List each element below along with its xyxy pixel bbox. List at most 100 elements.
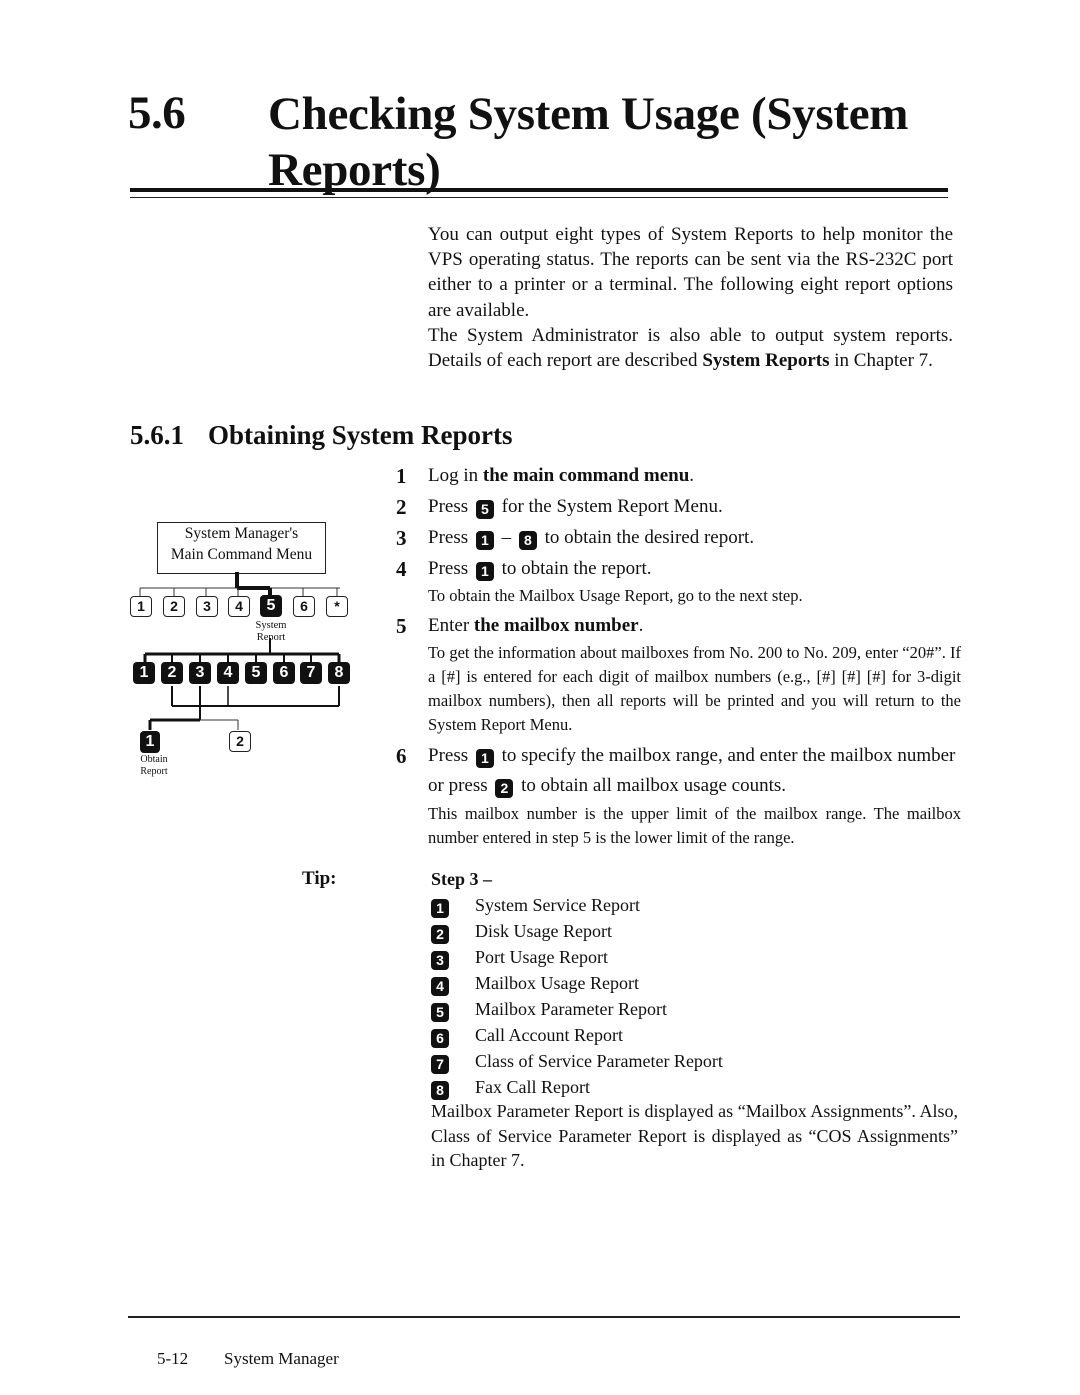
report-key-2: 2 [161, 662, 183, 684]
footer-title: System Manager [224, 1349, 339, 1368]
subsection-title: 5.6.1 Obtaining System Reports [130, 420, 513, 451]
tip-item-label: Mailbox Parameter Report [475, 999, 667, 1019]
key-2-icon: 2 [495, 779, 514, 798]
key-5-icon: 5 [475, 500, 494, 519]
obtain-report-label: Obtain Report [134, 754, 174, 778]
intro-paragraph-2: The System Administrator is also able to… [428, 323, 953, 373]
step-number: 5 [396, 614, 407, 638]
menu-box-line-1: System Manager's [184, 525, 299, 542]
step-2: 2 Press 5 for the System Report Menu. [396, 493, 961, 521]
step-6-note: This mailbox number is the upper limit o… [428, 804, 961, 847]
section-title: Checking System Usage (System Reports) [268, 88, 909, 196]
page-number: 5-12 [157, 1349, 189, 1368]
obtain-report-key-1: 1 [140, 731, 160, 753]
step-1: 1 Log in the main command menu. [396, 462, 961, 490]
tip-item: 4 Mailbox Usage Report [431, 970, 958, 996]
step-4-note: To obtain the Mailbox Usage Report, go t… [428, 586, 803, 605]
step-text-tail: . [638, 615, 644, 636]
tip-item-label: Call Account Report [475, 1025, 623, 1045]
tip-item: 3 Port Usage Report [431, 944, 958, 970]
key-1-icon: 1 [475, 531, 494, 550]
step-number: 3 [396, 526, 407, 550]
step-5: 5 Enter the mailbox number. [396, 612, 961, 640]
key-1-icon: 1 [431, 899, 449, 918]
step-text-tail: to obtain all mailbox usage counts. [516, 775, 787, 796]
tip-item-label: Fax Call Report [475, 1077, 590, 1097]
intro-p2-bold: System Reports [702, 350, 830, 372]
step-text: Press [428, 558, 473, 579]
step-bold-text: the mailbox number [473, 615, 639, 636]
key-7-icon: 7 [431, 1055, 449, 1074]
step-text-tail: for the System Report Menu. [496, 496, 723, 517]
step-number: 6 [396, 744, 407, 768]
step-text: Press [428, 496, 473, 517]
footer-rule [128, 1316, 960, 1318]
procedure-steps: 1 Log in the main command menu. 2 Press 5 … [396, 462, 961, 854]
tip-item: 1 System Service Report [431, 892, 958, 918]
tip-item-label: Class of Service Parameter Report [475, 1051, 723, 1071]
step-bold-text: the main command menu [482, 465, 690, 486]
report-key-5: 5 [245, 662, 267, 684]
step-4: 4 Press 1 to obtain the report. [396, 555, 961, 583]
tip-item-label: System Service Report [475, 895, 640, 915]
menu-key-4: 4 [228, 596, 250, 617]
step-text-tail: to obtain the report. [496, 558, 652, 579]
step-number: 2 [396, 495, 407, 519]
tip-item: 2 Disk Usage Report [431, 918, 958, 944]
intro-p2-tail: in Chapter 7. [829, 350, 933, 372]
step-text: Log in [428, 465, 483, 486]
sub-key-2: 2 [229, 731, 251, 752]
step-text: Press [428, 745, 473, 766]
heading-rule-thin [130, 197, 948, 198]
key-4-icon: 4 [431, 977, 449, 996]
step-dash: – [496, 527, 516, 548]
step-text: Enter [428, 615, 474, 636]
heading-rule [130, 188, 948, 192]
report-key-4: 4 [217, 662, 239, 684]
menu-key-3: 3 [196, 596, 218, 617]
key-3-icon: 3 [431, 951, 449, 970]
step-5-note: To get the information about mailboxes f… [428, 643, 961, 734]
report-key-7: 7 [300, 662, 322, 684]
menu-key-star: * [326, 596, 348, 617]
tip-label: Tip: [302, 868, 337, 889]
key-2-icon: 2 [431, 925, 449, 944]
intro-paragraph-1: You can output eight types of System Rep… [428, 224, 953, 321]
intro-text: You can output eight types of System Rep… [428, 222, 953, 373]
section-number: 5.6 [128, 87, 186, 139]
step-6: 6 Press 1 to specify the mailbox range, a… [396, 741, 961, 801]
tip-content: Step 3 – 1 System Service Report 2 Disk Us… [431, 866, 958, 1173]
step-text: Press [428, 527, 473, 548]
tip-item-label: Mailbox Usage Report [475, 973, 639, 993]
key-5-icon: 5 [431, 1003, 449, 1022]
menu-key-5-selected: 5 [260, 595, 282, 617]
step-number: 1 [396, 464, 407, 488]
system-report-label: System Report [246, 620, 296, 644]
tip-item: 8 Fax Call Report [431, 1074, 958, 1100]
step-text-tail: to obtain the desired report. [539, 527, 755, 548]
step-number: 4 [396, 557, 407, 581]
key-1-icon: 1 [475, 749, 494, 768]
menu-key-1: 1 [130, 596, 152, 617]
key-8-icon: 8 [518, 531, 537, 550]
menu-box-line-2: Main Command Menu [170, 546, 313, 563]
report-key-3: 3 [189, 662, 211, 684]
tip-item-label: Port Usage Report [475, 947, 608, 967]
tip-heading: Step 3 – [431, 869, 493, 889]
report-key-8: 8 [328, 662, 350, 684]
report-key-1: 1 [133, 662, 155, 684]
menu-key-2: 2 [163, 596, 185, 617]
system-report-label-line-2: Report [256, 632, 286, 643]
menu-tree-lines [139, 572, 341, 730]
key-8-icon: 8 [431, 1081, 449, 1100]
subsection-number: 5.6.1 [130, 420, 184, 450]
tip-item: 7 Class of Service Parameter Report [431, 1048, 958, 1074]
tip-closing-text: Mailbox Parameter Report is displayed as… [431, 1101, 958, 1170]
obtain-report-label-line-2: Report [140, 766, 168, 777]
subsection-title-text: Obtaining System Reports [208, 420, 513, 450]
tip-item-label: Disk Usage Report [475, 921, 612, 941]
obtain-report-label-line-1: Obtain [140, 754, 168, 765]
step-text-tail: . [689, 465, 695, 486]
report-key-6: 6 [273, 662, 295, 684]
menu-key-6: 6 [293, 596, 315, 617]
